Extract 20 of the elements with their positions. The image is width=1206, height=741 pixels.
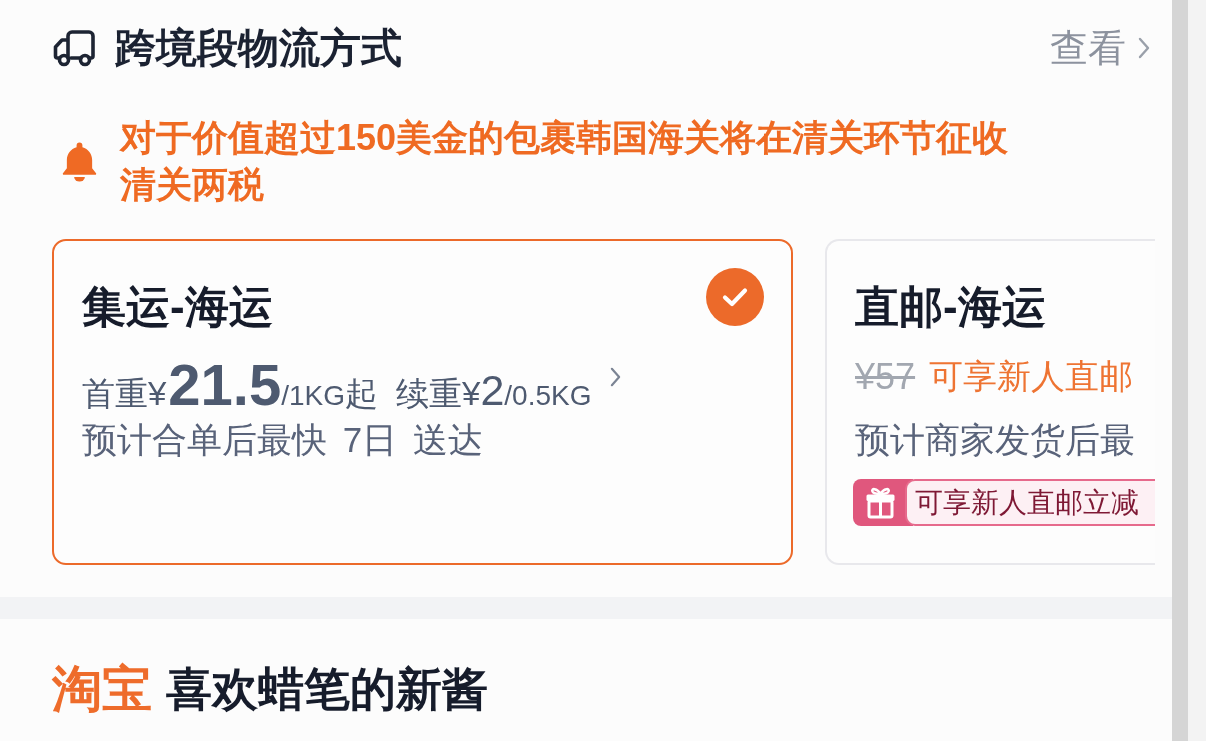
shop-name[interactable]: 喜欢蜡笔的新酱 (166, 665, 488, 713)
additional-weight-price: 续重¥2/0.5KG (396, 366, 592, 416)
chevron-right-icon[interactable] (609, 367, 621, 387)
original-price: ¥57 (855, 356, 916, 398)
option-title: 集运-海运 (82, 283, 273, 331)
shipping-option-card[interactable]: 集运-海运 首重¥21.5/1KG起 续重¥2/0.5KG 预计合单后最快 7日 送达 (52, 239, 793, 565)
chevron-right-icon (1138, 37, 1150, 59)
bell-icon (62, 140, 97, 182)
customs-notice: 对于价值超过150美金的包裹韩国海关将在清关环节征收清关两税 (120, 116, 1010, 207)
promo-text: 可享新人直邮 (929, 356, 1134, 397)
truck-icon (52, 28, 96, 68)
shipping-option-card[interactable]: 直邮-海运 ¥57 可享新人直邮 预计商家发货后最 可享新人直邮立减 (825, 239, 1155, 565)
option-title: 直邮-海运 (855, 283, 1046, 331)
gift-icon (853, 479, 913, 526)
first-weight-price: 首重¥21.5/1KG起 (82, 351, 379, 418)
check-circle-icon (706, 268, 764, 326)
delivery-estimate: 预计合单后最快 7日 送达 (82, 420, 484, 460)
delivery-estimate: 预计商家发货后最 (855, 420, 1136, 460)
section-title: 跨境段物流方式 (115, 25, 402, 71)
promo-badge: 可享新人直邮立减 (905, 479, 1155, 526)
